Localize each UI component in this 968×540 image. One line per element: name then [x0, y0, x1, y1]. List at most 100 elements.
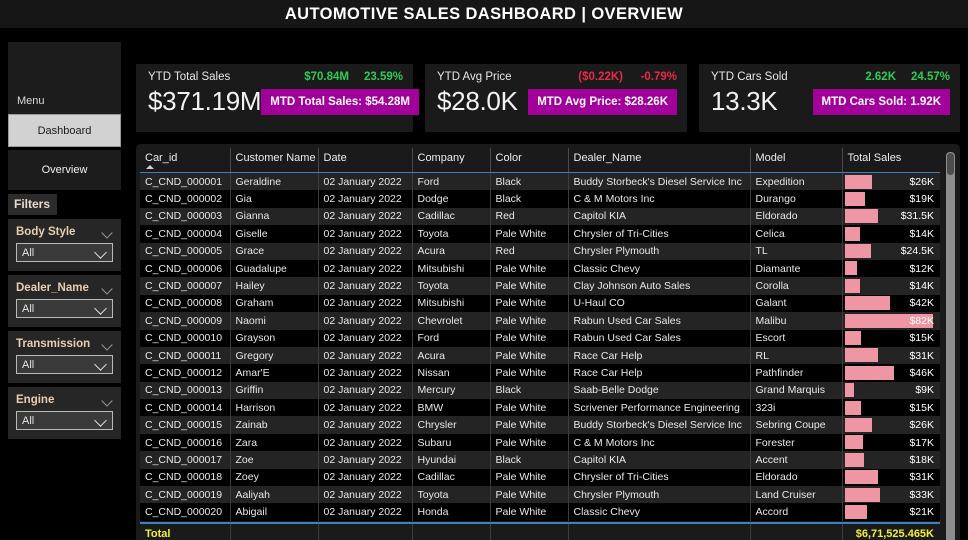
- cell-company: Toyota: [412, 486, 491, 504]
- total-sales-bar: [844, 278, 860, 293]
- filter-body-style-select[interactable]: All: [16, 243, 113, 262]
- filter-dealer-name-select[interactable]: All: [16, 299, 113, 318]
- table-row[interactable]: C_CND_000002 Gia 02 January 2022 Dodge Black…: [140, 190, 940, 208]
- cell-model: RL: [750, 346, 843, 365]
- sales-table: Car_id Customer Name Date Company Color Deale…: [140, 148, 940, 521]
- column-header-label: Car_id: [145, 152, 178, 164]
- total-sales-bar: [844, 504, 868, 519]
- table-row[interactable]: C_CND_000010 Grayson 02 January 2022 Ford Pa…: [140, 329, 940, 347]
- table-row[interactable]: C_CND_000016 Zara 02 January 2022 Subaru Pal…: [140, 433, 941, 452]
- total-sales-value: $31.5K: [900, 210, 934, 223]
- total-sales-bar-wrapper: $12K: [843, 260, 941, 277]
- column-header-label: Customer Name: [235, 152, 316, 164]
- total-sales-bar-wrapper: $31K: [843, 469, 941, 486]
- filter-transmission-value: All: [22, 358, 35, 371]
- column-header-car-id[interactable]: Car_id: [140, 148, 231, 173]
- cell-customer-name: Grace: [230, 242, 319, 260]
- table-row[interactable]: C_CND_000003 Gianna 02 January 2022 Cadilla…: [140, 207, 940, 226]
- table-row[interactable]: C_CND_000009 Naomi 02 January 2022 Chevrole…: [140, 312, 940, 330]
- table-row[interactable]: C_CND_000015 Zainab 02 January 2022 Chrysle…: [140, 416, 941, 434]
- total-sales-value: $82K: [909, 314, 934, 327]
- table-row[interactable]: C_CND_000019 Aaliyah 02 January 2022 Toyota…: [140, 486, 940, 504]
- table-row[interactable]: C_CND_000014 Harrison 02 January 2022 BMW Pa…: [140, 399, 940, 417]
- cell-model: Forester: [750, 433, 843, 452]
- cell-date: 02 January 2022: [318, 364, 413, 382]
- sidebar-item-dashboard[interactable]: Dashboard: [8, 114, 121, 147]
- total-sales-value: $24.5K: [900, 245, 934, 258]
- table-row[interactable]: C_CND_000005 Grace 02 January 2022 Acura Red…: [140, 242, 940, 260]
- filter-engine-select[interactable]: All: [16, 411, 113, 430]
- cell-date: 02 January 2022: [318, 503, 413, 521]
- table-row[interactable]: C_CND_000007 Hailey 02 January 2022 Toyota P…: [140, 277, 941, 295]
- title-bar: AUTOMOTIVE SALES DASHBOARD | OVERVIEW: [0, 0, 968, 28]
- total-sales-bar-wrapper: $19K: [843, 190, 941, 207]
- cell-model: Diamante: [750, 259, 843, 278]
- total-sales-value: $26K: [909, 175, 934, 188]
- cell-model: Accent: [750, 451, 843, 469]
- cell-car-id: C_CND_000003: [140, 207, 231, 226]
- table-row[interactable]: C_CND_000001 Geraldine 02 January 2022 Ford…: [140, 172, 940, 191]
- table-scrollbar-thumb[interactable]: [947, 153, 954, 175]
- cell-date: 02 January 2022: [318, 294, 413, 313]
- chevron-down-icon: [95, 248, 108, 257]
- cell-dealer-name: Chrysler of Tri-Cities: [568, 225, 751, 243]
- table-row[interactable]: C_CND_000012 Amar'E 02 January 2022 Nissan P…: [140, 364, 940, 382]
- kpi-header: YTD Cars Sold 2.62K 24.57%: [711, 71, 950, 83]
- cell-total-sales: $19K: [842, 190, 940, 207]
- cell-company: Dodge: [412, 190, 491, 208]
- table-row[interactable]: C_CND_000013 Griffin 02 January 2022 Mercur…: [140, 381, 940, 400]
- table-scrollbar[interactable]: [946, 152, 955, 540]
- cell-company: Toyota: [412, 225, 491, 243]
- kpi-title: YTD Avg Price: [437, 71, 512, 83]
- total-sales-value: $19K: [909, 193, 934, 206]
- column-header-dealer-name[interactable]: Dealer_Name: [568, 148, 751, 173]
- sidebar-item-overview[interactable]: Overview: [8, 150, 121, 190]
- total-row: Total $6,71,525.465K: [140, 523, 940, 540]
- cell-model: Land Cruiser: [750, 486, 843, 504]
- sales-table-header: Car_id Customer Name Date Company Color Deale…: [140, 148, 940, 173]
- column-header-label: Date: [323, 152, 347, 164]
- table-row[interactable]: C_CND_000008 Graham 02 January 2022 Mitsubi…: [140, 294, 940, 313]
- table-row[interactable]: C_CND_000020 Abigail 02 January 2022 Honda P…: [140, 503, 940, 521]
- cell-color: Pale White: [490, 277, 569, 295]
- sales-table-panel: Car_id Customer Name Date Company Color Deale…: [136, 144, 960, 540]
- cell-dealer-name: Chrysler of Tri-Cities: [568, 468, 751, 487]
- column-header-company[interactable]: Company: [412, 148, 491, 173]
- cell-customer-name: Zoe: [230, 451, 319, 469]
- chevron-down-icon[interactable]: [102, 229, 113, 236]
- total-sales-value: $31K: [909, 471, 934, 484]
- dashboard-body: Menu Dashboard Overview Filters Body Sty…: [0, 28, 968, 540]
- total-sales-bar-wrapper: $26K: [843, 416, 941, 433]
- chevron-down-icon[interactable]: [102, 397, 113, 404]
- column-header-date[interactable]: Date: [318, 148, 413, 173]
- chevron-down-icon[interactable]: [102, 341, 113, 348]
- table-row[interactable]: C_CND_000006 Guadalupe 02 January 2022 Mits…: [140, 259, 941, 278]
- total-sales-value: $18K: [909, 453, 934, 466]
- table-row[interactable]: C_CND_000011 Gregory 02 January 2022 Acura P…: [140, 346, 940, 365]
- column-header-customer-name[interactable]: Customer Name: [230, 148, 319, 173]
- chevron-down-icon[interactable]: [102, 285, 113, 292]
- filter-body-style-header: Body Style: [16, 226, 113, 238]
- total-sales-bar: [844, 226, 860, 241]
- filter-body-style-label: Body Style: [16, 226, 76, 238]
- cell-color: Pale White: [490, 329, 569, 347]
- total-sales-bar-wrapper: $14K: [843, 277, 941, 294]
- table-row[interactable]: C_CND_000017 Zoe 02 January 2022 Hyundai Bla…: [140, 451, 940, 469]
- cell-total-sales: $82K: [842, 312, 940, 329]
- filter-transmission-select[interactable]: All: [16, 355, 113, 374]
- total-sales-value: $15K: [909, 401, 934, 414]
- total-sales-bar-wrapper: $17K: [843, 434, 941, 451]
- kpi-mtd-badge: MTD Total Sales: $54.28M: [261, 88, 419, 115]
- column-header-total-sales[interactable]: Total Sales: [842, 148, 940, 173]
- column-header-color[interactable]: Color: [490, 148, 569, 173]
- kpi-header: YTD Total Sales $70.84M 23.59%: [148, 71, 403, 83]
- column-header-model[interactable]: Model: [750, 148, 843, 173]
- total-sales-value: $15K: [909, 332, 934, 345]
- cell-total-sales: $24.5K: [842, 243, 940, 260]
- kpi-header: YTD Avg Price ($0.22K) -0.79%: [437, 71, 677, 83]
- total-sales-value: $12K: [909, 262, 934, 275]
- table-row[interactable]: C_CND_000018 Zoey 02 January 2022 Cadillac P…: [140, 468, 941, 487]
- cell-company: Ford: [412, 329, 491, 347]
- table-row[interactable]: C_CND_000004 Giselle 02 January 2022 Toyota…: [140, 225, 940, 243]
- total-blank: [490, 523, 569, 540]
